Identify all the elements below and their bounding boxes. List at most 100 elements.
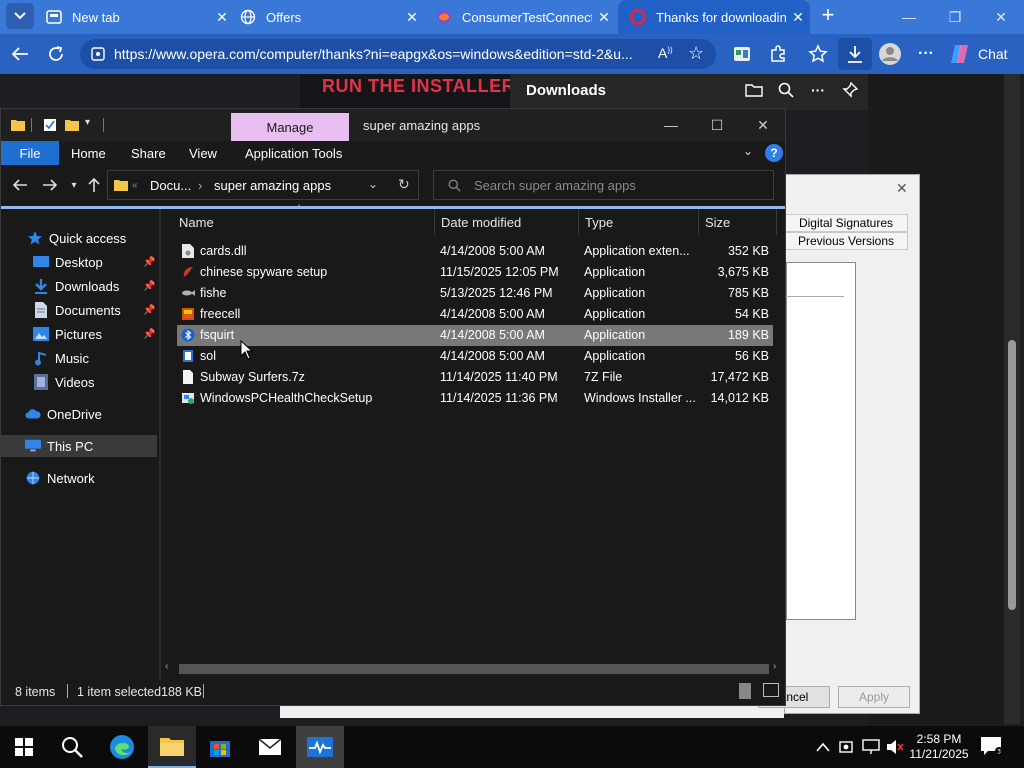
close-tab-button[interactable]: ✕ [400,9,424,26]
qat-dropdown-icon[interactable]: ▾ [85,117,90,128]
apply-button[interactable]: Apply [838,686,910,708]
pin-downloads-button[interactable] [840,80,860,100]
qat-separator [103,118,104,132]
column-header-type[interactable]: Type [579,209,699,235]
tab-home[interactable]: Home [71,141,106,165]
path-overflow-chevron[interactable]: « [132,180,138,191]
nav-item-pictures[interactable]: Pictures 📌 [1,323,157,345]
refresh-icon[interactable]: ↻ [398,176,410,193]
close-tab-button[interactable]: ✕ [786,9,810,26]
horizontal-scrollbar-thumb[interactable] [179,664,769,674]
taskbar-file-explorer[interactable] [148,726,196,768]
file-row[interactable]: cards.dll 4/14/2008 5:00 AM Application … [177,241,773,262]
nav-item-this-pc[interactable]: This PC [1,435,157,457]
details-view-button[interactable] [739,683,751,699]
tab-previous-versions[interactable]: Previous Versions [784,232,908,250]
tab-offers[interactable]: Offers ✕ [228,0,424,34]
nav-item-desktop[interactable]: Desktop 📌 [1,251,157,273]
tab-actions-menu-button[interactable] [6,3,34,29]
maximize-button[interactable]: ☐ [697,113,737,137]
column-header-size[interactable]: Size [699,209,777,235]
new-folder-icon[interactable] [65,118,79,132]
properties-icon[interactable] [43,118,57,132]
file-row[interactable]: Subway Surfers.7z 11/14/2025 11:40 PM 7Z… [177,367,773,388]
file-row[interactable]: fishe 5/13/2025 12:46 PM Application 785… [177,283,773,304]
favorite-star-icon[interactable]: ☆ [688,43,704,64]
taskbar-store[interactable] [196,726,244,768]
tab-digital-signatures[interactable]: Digital Signatures [784,214,908,232]
tab-file[interactable]: File [1,141,59,165]
network-tray-icon[interactable] [862,738,880,756]
maximize-button[interactable]: ❐ [932,0,978,34]
downloads-more-button[interactable]: ··· [808,80,828,100]
refresh-button[interactable] [42,40,70,68]
nav-item-downloads[interactable]: Downloads 📌 [1,275,157,297]
file-row[interactable]: chinese spyware setup 11/15/2025 12:05 P… [177,262,773,283]
nav-item-quick-access[interactable]: Quick access [1,227,157,249]
read-aloud-icon[interactable]: A)) [658,45,673,61]
start-button[interactable] [0,726,48,768]
minimize-button[interactable]: — [651,113,691,137]
close-window-button[interactable]: ✕ [743,113,783,137]
back-button[interactable] [6,40,34,68]
chevron-down-icon[interactable]: ⌄ [743,144,753,158]
show-hidden-icons-button[interactable] [814,738,832,756]
divider [67,684,68,698]
downloads-button[interactable] [838,38,872,70]
tab-application-tools[interactable]: Application Tools [245,141,342,165]
tab-consumer-test-connect[interactable]: ConsumerTestConnect - ✕ [424,0,616,34]
breadcrumb-current-folder[interactable]: super amazing apps [214,178,331,193]
back-button[interactable] [9,175,31,195]
tab-new-tab[interactable]: New tab ✕ [34,0,234,34]
address-path-bar[interactable]: « Docu... › super amazing apps ⌄ ↻ [107,170,419,200]
taskbar-mail[interactable] [246,726,294,768]
file-row-selected[interactable]: fsquirt 4/14/2008 5:00 AM Application 18… [177,325,773,346]
large-icons-view-button[interactable] [763,683,779,697]
file-row[interactable]: freecell 4/14/2008 5:00 AM Application 5… [177,304,773,325]
profile-button[interactable] [876,40,904,68]
extension-button[interactable] [728,40,756,68]
scroll-right-icon[interactable]: › [773,661,776,672]
help-icon[interactable]: ? [765,144,783,162]
nav-item-videos[interactable]: Videos [1,371,157,393]
nav-item-documents[interactable]: Documents 📌 [1,299,157,321]
copilot-chat-button[interactable]: Chat [948,39,1020,69]
extensions-button[interactable] [764,40,792,68]
open-folder-button[interactable] [744,80,764,100]
file-row[interactable]: sol 4/14/2008 5:00 AM Application 56 KB [177,346,773,367]
up-button[interactable] [83,175,105,195]
clock[interactable]: 2:58 PM 11/21/2025 [906,732,972,762]
new-tab-button[interactable]: + [816,4,840,28]
forward-button[interactable] [39,175,61,195]
tab-view[interactable]: View [189,141,217,165]
search-button[interactable] [48,726,96,768]
breadcrumb-documents[interactable]: Docu... [150,178,191,193]
column-header-date-modified[interactable]: Date modified [435,209,579,235]
taskbar-edge[interactable] [98,726,146,768]
tab-share[interactable]: Share [131,141,166,165]
tray-icon[interactable] [838,738,856,756]
page-scrollbar-thumb[interactable] [1008,340,1016,610]
close-tab-button[interactable]: ✕ [592,9,616,26]
settings-more-button[interactable]: ··· [912,40,940,68]
taskbar-app-monitor[interactable] [296,726,344,768]
tab-manage[interactable]: Manage [231,113,349,141]
properties-close-button[interactable]: ✕ [896,180,908,197]
address-bar[interactable]: https://www.opera.com/computer/thanks?ni… [80,39,716,69]
favorites-button[interactable] [804,40,832,68]
search-downloads-button[interactable] [776,80,796,100]
scroll-left-icon[interactable]: ‹ [165,661,168,672]
tab-thanks-for-downloading[interactable]: Thanks for downloading ✕ [618,0,810,34]
file-row[interactable]: WindowsPCHealthCheckSetup 11/14/2025 11:… [177,388,773,409]
column-header-name[interactable]: Name [173,209,435,235]
volume-tray-icon[interactable] [886,738,904,756]
nav-item-music[interactable]: Music [1,347,157,369]
close-window-button[interactable]: ✕ [978,0,1024,34]
nav-item-onedrive[interactable]: OneDrive [1,403,157,425]
nav-item-network[interactable]: Network [1,467,157,489]
recent-locations-button[interactable]: ▾ [63,175,85,195]
path-dropdown-button[interactable]: ⌄ [368,177,378,191]
notification-center-button[interactable]: 3 [980,736,1004,758]
minimize-button[interactable]: — [886,0,932,34]
search-box[interactable]: Search super amazing apps [433,170,774,200]
